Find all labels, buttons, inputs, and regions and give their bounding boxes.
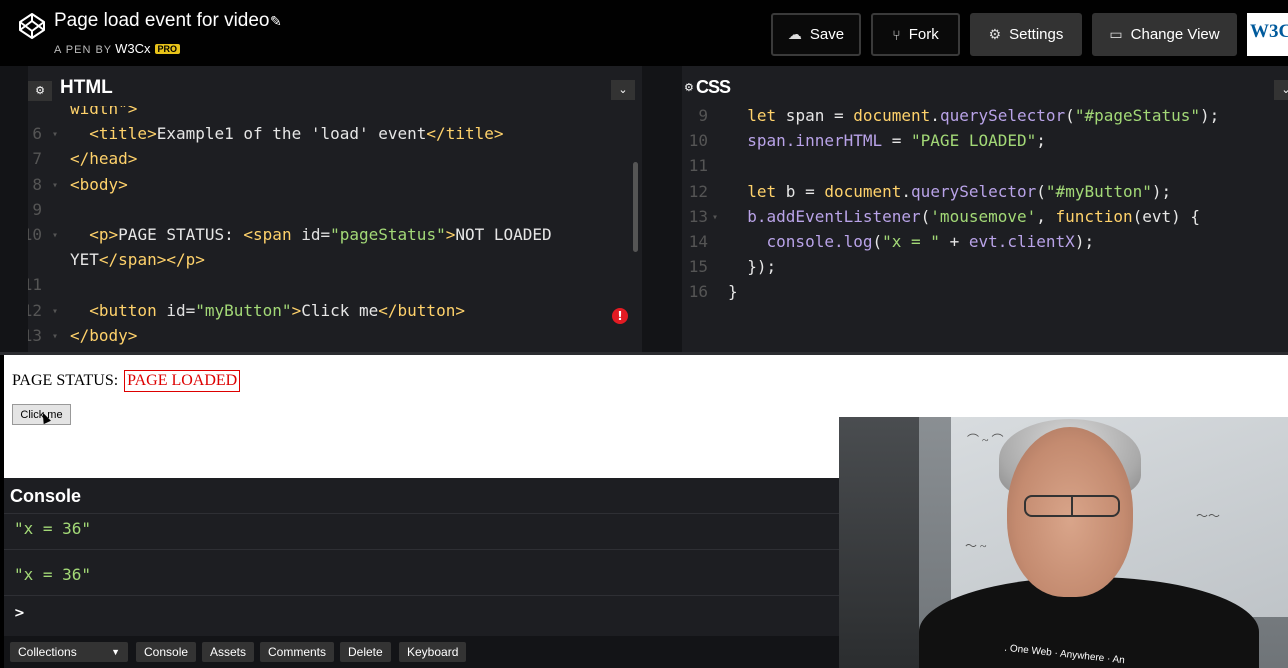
- person-glasses: [1024, 495, 1120, 517]
- edit-pencil-icon[interactable]: ✎: [270, 14, 282, 30]
- code-text: </head>: [70, 149, 138, 169]
- line-number: 11: [28, 275, 42, 295]
- line-number: 9: [32, 199, 42, 219]
- editor-area: ⚙ HTML ⌄ width"> 6 ▾ <title>Example1 of th…: [0, 66, 1288, 352]
- background-shelf: [839, 417, 919, 668]
- pen-author: A PEN BY W3Cx PRO: [54, 41, 181, 56]
- caret-down-icon: ▼: [111, 647, 120, 657]
- console-title: Console: [10, 486, 82, 506]
- fold-arrow-icon[interactable]: ▾: [712, 212, 718, 223]
- html-collapse-chevron-icon[interactable]: ⌄: [611, 80, 635, 100]
- line-number: 16: [688, 282, 708, 302]
- line-number: 9: [698, 106, 708, 125]
- fold-arrow-icon[interactable]: ▾: [52, 331, 58, 342]
- code-text: console.log("x = " + evt.clientX);: [766, 232, 1095, 251]
- line-number: 13: [28, 325, 42, 345]
- fork-button[interactable]: ⑂ Fork: [871, 13, 960, 56]
- html-scrollbar[interactable]: [633, 162, 638, 252]
- code-text: <body>: [70, 174, 128, 194]
- console-panel: Console "x = 36" "x = 36" > Collections …: [4, 478, 839, 668]
- collections-label: Collections: [18, 645, 77, 659]
- line-number: 15: [688, 257, 708, 277]
- line-number: 7: [32, 149, 42, 169]
- line-number: 11: [688, 156, 708, 176]
- html-editor-panel[interactable]: ⚙ HTML ⌄ width"> 6 ▾ <title>Example1 of th…: [28, 72, 642, 352]
- console-entry-text: "x = 36": [14, 519, 92, 538]
- fork-icon: ⑂: [892, 26, 901, 43]
- collections-select[interactable]: Collections ▼: [10, 642, 128, 662]
- resize-strip[interactable]: [0, 66, 28, 352]
- save-label: Save: [809, 26, 845, 43]
- pen-title[interactable]: Page load event for video: [54, 10, 270, 32]
- panel-resizer[interactable]: [642, 66, 682, 352]
- css-settings-gear-icon[interactable]: ⚙: [684, 81, 694, 94]
- line-number: 8: [32, 174, 42, 194]
- change-view-label: Change View: [1130, 26, 1220, 43]
- css-panel-title: CSS: [696, 77, 731, 97]
- line-number: 13: [688, 206, 708, 226]
- html-panel-header: ⚙ HTML ⌄: [28, 72, 642, 106]
- webcam-video: ⌒ ~ ⌒ 〜 ~ 〜〜 . One Web · Anywhere · An: [839, 417, 1288, 668]
- console-entry-text: "x = 36": [14, 565, 92, 584]
- pen-user-link[interactable]: W3Cx: [115, 41, 150, 56]
- comments-button[interactable]: Comments: [260, 642, 335, 662]
- code-text: <button id="myButton">Click me</button>: [89, 300, 465, 320]
- line-number: 14: [688, 232, 708, 251]
- change-view-button[interactable]: ▭ Change View: [1092, 13, 1237, 56]
- css-panel-header: ⚙ CSS ⌄: [682, 72, 1288, 106]
- console-entry: "x = 36": [4, 513, 839, 549]
- settings-button[interactable]: ⚙ Settings: [970, 13, 1082, 56]
- console-input-row[interactable]: [4, 595, 839, 636]
- code-text: let b = document.querySelector("#myButto…: [747, 181, 1172, 201]
- assets-button[interactable]: Assets: [202, 642, 255, 662]
- delete-button[interactable]: Delete: [340, 642, 391, 662]
- editor-footer: Collections ▼ Console Assets Comments De…: [4, 636, 839, 668]
- fold-arrow-icon[interactable]: ▾: [52, 230, 58, 241]
- code-text: <p>PAGE STATUS: <span id="pageStatus">NO…: [89, 225, 552, 244]
- code-text: }: [728, 282, 738, 302]
- window-icon: ▭: [1109, 26, 1123, 42]
- console-prompt-icon[interactable]: >: [14, 606, 25, 621]
- css-editor-panel[interactable]: ⚙ CSS ⌄ 9 let span = document.querySelec…: [682, 72, 1288, 352]
- line-number: 10: [688, 131, 708, 151]
- html-panel-title: HTML: [60, 77, 113, 98]
- keyboard-button[interactable]: Keyboard: [399, 642, 467, 662]
- codepen-logo-icon[interactable]: [18, 12, 46, 40]
- console-entry: "x = 36": [4, 549, 839, 595]
- settings-label: Settings: [1009, 26, 1064, 43]
- user-avatar-w3cx[interactable]: W3Cx: [1247, 13, 1288, 56]
- fork-label: Fork: [908, 26, 939, 43]
- line-number: 6: [32, 124, 42, 144]
- code-text: YET</span></p>: [70, 250, 205, 270]
- html-settings-gear-icon[interactable]: ⚙: [28, 81, 52, 101]
- page-status-paragraph: PAGE STATUS: PAGE LOADED: [12, 370, 241, 392]
- code-text: });: [728, 257, 777, 277]
- code-text: span.innerHTML = "PAGE LOADED";: [747, 131, 1046, 151]
- gear-icon: ⚙: [988, 26, 1002, 42]
- fold-arrow-icon[interactable]: ▾: [52, 180, 58, 191]
- fold-arrow-icon[interactable]: ▾: [52, 306, 58, 317]
- line-number: 12: [688, 181, 708, 201]
- cloud-icon: ☁: [787, 26, 802, 42]
- code-text: let span = document.querySelector("#page…: [747, 106, 1220, 125]
- line-number: 12: [28, 300, 42, 320]
- editor-header: Page load event for video ✎ A PEN BY W3Cx…: [0, 0, 1288, 66]
- code-text: </body>: [70, 325, 138, 345]
- error-icon[interactable]: !: [612, 308, 628, 324]
- code-text: <title>Example1 of the 'load' event</tit…: [89, 124, 504, 144]
- code-text: b.addEventListener('mousemove', function…: [747, 206, 1201, 226]
- fold-arrow-icon[interactable]: ▾: [52, 129, 58, 140]
- page-status-value: PAGE LOADED: [124, 370, 241, 392]
- save-button[interactable]: ☁ Save: [771, 13, 861, 56]
- css-collapse-chevron-icon[interactable]: ⌄: [1274, 80, 1288, 100]
- page-status-label: PAGE STATUS:: [12, 372, 119, 389]
- line-number: 10: [28, 225, 42, 244]
- pro-badge: PRO: [154, 44, 181, 54]
- console-button[interactable]: Console: [136, 642, 197, 662]
- pen-by-label: A PEN BY: [54, 44, 113, 56]
